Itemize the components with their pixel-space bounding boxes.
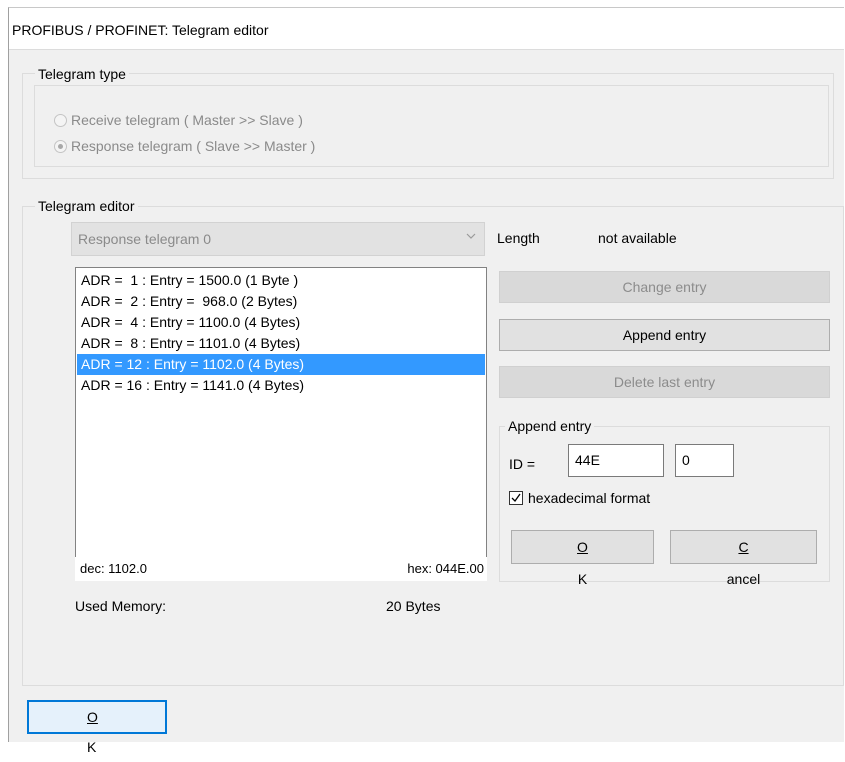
window-title: PROFIBUS / PROFINET: Telegram editor <box>12 22 269 38</box>
append-entry-legend: Append entry <box>505 418 595 434</box>
radio-response-label: Response telegram ( Slave >> Master ) <box>71 138 316 154</box>
id-second-input-value: 0 <box>682 452 690 468</box>
id-second-input[interactable]: 0 <box>675 444 734 477</box>
dec-value: dec: 1102.0 <box>80 561 147 576</box>
dialog-ok-button[interactable]: OK <box>27 700 167 755</box>
length-value: not available <box>598 230 677 246</box>
hexadecimal-format-checkbox[interactable] <box>509 491 523 505</box>
list-item[interactable]: ADR = 12 : Entry = 1102.0 (4 Bytes) <box>77 354 485 375</box>
id-input[interactable]: 44E <box>568 444 664 477</box>
list-item[interactable]: ADR = 16 : Entry = 1141.0 (4 Bytes) <box>77 375 485 396</box>
list-item[interactable]: ADR = 2 : Entry = 968.0 (2 Bytes) <box>77 291 485 312</box>
radio-receive-telegram[interactable]: Receive telegram ( Master >> Slave ) <box>54 112 303 128</box>
telegram-select-dropdown[interactable]: Response telegram 0 <box>71 222 485 256</box>
list-item[interactable]: ADR = 1 : Entry = 1500.0 (1 Byte ) <box>77 270 485 291</box>
used-memory-label: Used Memory: <box>75 598 167 614</box>
append-cancel-label: Cancel <box>726 539 761 587</box>
append-cancel-button[interactable]: Cancel <box>670 530 817 587</box>
append-ok-label: OK <box>577 539 588 587</box>
list-item[interactable]: ADR = 8 : Entry = 1101.0 (4 Bytes) <box>77 333 485 354</box>
radio-receive-label: Receive telegram ( Master >> Slave ) <box>71 112 303 128</box>
dialog-ok-label: OK <box>87 709 98 755</box>
delete-last-entry-button[interactable]: Delete last entry <box>499 366 830 398</box>
radio-button-receive[interactable] <box>54 113 67 127</box>
value-status-bar: dec: 1102.0 hex: 044E.00 <box>75 557 487 581</box>
telegram-editor-legend: Telegram editor <box>35 198 138 214</box>
id-input-value: 44E <box>575 452 600 468</box>
list-item[interactable]: ADR = 4 : Entry = 1100.0 (4 Bytes) <box>77 312 485 333</box>
id-label: ID = <box>509 456 536 472</box>
entry-listbox[interactable]: ADR = 1 : Entry = 1500.0 (1 Byte ) ADR = … <box>75 267 487 562</box>
hexadecimal-format-checkbox-row[interactable]: hexadecimal format <box>509 490 650 506</box>
change-entry-label: Change entry <box>622 279 707 295</box>
chevron-down-icon <box>466 233 476 239</box>
change-entry-button[interactable]: Change entry <box>499 271 830 303</box>
title-bar[interactable]: PROFIBUS / PROFINET: Telegram editor <box>9 8 844 50</box>
telegram-select-value: Response telegram 0 <box>78 231 212 247</box>
hex-value: hex: 044E.00 <box>407 561 484 576</box>
telegram-editor-dialog: PROFIBUS / PROFINET: Telegram editor Tel… <box>8 7 844 755</box>
append-entry-button[interactable]: Append entry <box>499 319 830 351</box>
radio-button-response[interactable] <box>54 139 67 153</box>
delete-last-entry-label: Delete last entry <box>613 374 716 390</box>
append-entry-label: Append entry <box>622 327 707 343</box>
checkmark-icon <box>511 493 521 503</box>
used-memory-value: 20 Bytes <box>386 598 441 614</box>
length-label: Length <box>497 230 540 246</box>
hexadecimal-format-label: hexadecimal format <box>528 490 651 506</box>
radio-response-telegram[interactable]: Response telegram ( Slave >> Master ) <box>54 138 315 154</box>
telegram-type-legend: Telegram type <box>35 66 129 82</box>
append-ok-button[interactable]: OK <box>511 530 654 587</box>
